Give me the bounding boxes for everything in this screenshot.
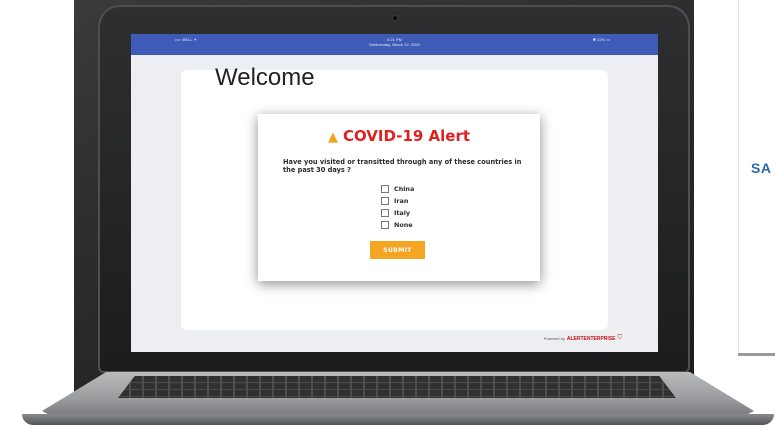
powered-by-footer: Powered by ALERTENTERPRISE ⛉ [544,335,622,342]
option-china[interactable]: China [381,183,414,195]
powered-by-label: Powered by [543,336,565,341]
webcam [393,16,397,20]
warning-icon: ▲ [327,130,338,145]
submit-button[interactable]: SUBMIT [370,241,425,259]
checkbox[interactable] [381,197,389,205]
option-label: China [394,185,415,193]
checkbox[interactable] [381,209,389,217]
option-label: None [394,221,413,229]
checkbox[interactable] [381,221,389,229]
alert-question: Have you visited or transitted through a… [283,158,522,174]
option-iran[interactable]: Iran [381,195,414,207]
status-date: Wednesday, March 12, 2020 [369,42,420,47]
country-options: China Iran Italy None [381,183,414,231]
battery-indicator: ✱ 22% ▭ [592,37,610,42]
side-caption: SA [751,160,772,176]
status-bar: •••○ BELL ✦ 4:21 PM Wednesday, March 12,… [131,34,658,55]
option-none[interactable]: None [381,219,414,231]
laptop-base-edge [22,414,774,425]
option-italy[interactable]: Italy [381,207,414,219]
checkbox[interactable] [381,185,389,193]
status-clock: 4:21 PM Wednesday, March 12, 2020 [131,37,658,47]
keyboard-rows [118,376,676,398]
alert-title: ▲ COVID-19 Alert [258,127,540,145]
brand-logo: ALERTENTERPRISE [566,335,616,342]
option-label: Italy [394,209,411,217]
welcome-heading: Welcome [215,64,315,91]
covid-alert-dialog: ▲ COVID-19 Alert Have you visited or tran… [258,114,540,281]
adjacent-panel [738,0,775,355]
shield-icon: ⛉ [617,335,622,341]
adjacent-panel-rule [738,353,775,356]
alert-title-text: COVID-19 Alert [342,127,471,145]
option-label: Iran [394,197,409,205]
